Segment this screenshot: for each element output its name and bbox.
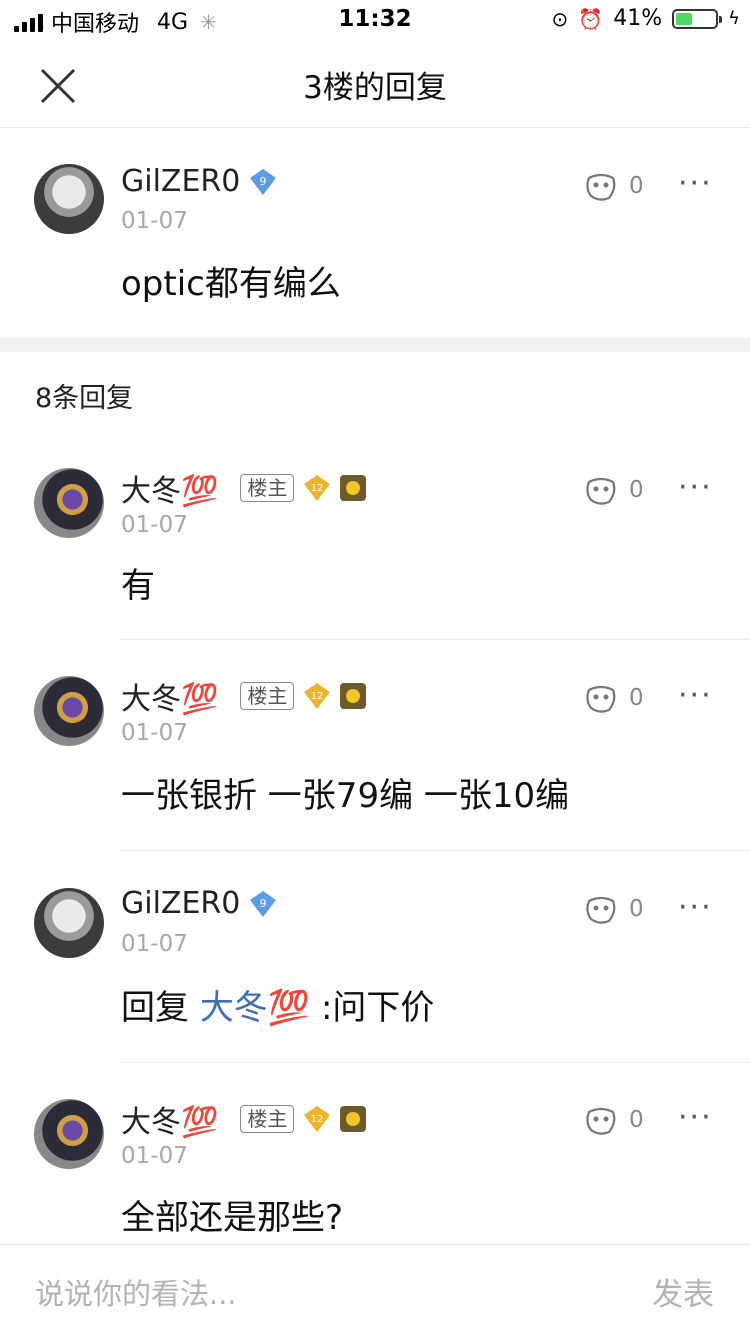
username[interactable]: GilZER0 9 [121, 164, 278, 199]
like-icon [586, 896, 616, 924]
comment-input[interactable]: 说说你的看法... [35, 1271, 237, 1313]
level-badge-icon: 12 [304, 683, 331, 709]
reply-date: 01-07 [121, 720, 188, 746]
level-badge-icon: 9 [250, 890, 277, 917]
like-icon [586, 1107, 616, 1135]
divider [120, 639, 750, 640]
op-tag: 楼主 [240, 1105, 295, 1133]
more-options-icon[interactable]: ··· [678, 678, 713, 713]
battery-percent: 41% [613, 6, 663, 31]
medal-icon [340, 1106, 367, 1132]
username-text[interactable]: 大冬💯 [121, 674, 218, 718]
level-badge-icon: 9 [250, 168, 277, 195]
op-tag: 楼主 [240, 474, 295, 502]
level-badge-icon: 12 [304, 1106, 331, 1132]
like-count: 0 [629, 896, 644, 922]
mention-link[interactable]: 大冬💯 [200, 988, 310, 1028]
more-options-icon[interactable]: ··· [678, 166, 713, 201]
avatar[interactable] [34, 888, 104, 958]
username[interactable]: GilZER0 9 [121, 886, 278, 921]
page-title: 3楼的回复 [303, 70, 447, 106]
reply-count: 8条回复 [35, 383, 134, 414]
avatar[interactable] [34, 1099, 104, 1169]
username[interactable]: 大冬💯 楼主 12 [121, 466, 367, 510]
reply-date: 01-07 [121, 512, 188, 538]
username-text[interactable]: 大冬💯 [121, 1097, 218, 1141]
like-button[interactable]: 0 [583, 893, 644, 925]
like-icon [586, 477, 616, 505]
like-button[interactable]: 0 [583, 682, 644, 714]
avatar[interactable] [34, 164, 104, 234]
username-text[interactable]: 大冬💯 [121, 466, 218, 510]
divider [120, 1062, 750, 1063]
like-button[interactable]: 0 [583, 1104, 644, 1136]
level-badge-icon: 12 [304, 475, 331, 501]
reply-content: 有 [121, 566, 155, 606]
like-icon [586, 173, 616, 201]
username-text[interactable]: GilZER0 [121, 164, 240, 199]
more-options-icon[interactable]: ··· [678, 470, 713, 505]
reply-content: 全部还是那些? [121, 1198, 344, 1238]
post-content: optic都有编么 [121, 264, 341, 304]
medal-icon [340, 475, 367, 501]
op-tag: 楼主 [240, 682, 295, 710]
like-button[interactable]: 0 [583, 474, 644, 506]
rotation-lock-icon: ⊙ [551, 6, 569, 31]
reply-content: 回复 大冬💯 :问下价 [121, 980, 434, 1029]
more-options-icon[interactable]: ··· [678, 1100, 713, 1135]
status-right: ⊙ ⏰ 41% ϟ [552, 6, 740, 31]
like-icon [586, 685, 616, 713]
reply-date: 01-07 [121, 931, 188, 957]
medal-icon [340, 683, 367, 709]
username[interactable]: 大冬💯 楼主 12 [121, 674, 367, 718]
svg-text:12: 12 [311, 483, 324, 494]
reply-content: 一张银折 一张79编 一张10编 [121, 776, 570, 816]
like-count: 0 [629, 685, 644, 711]
post-date: 01-07 [121, 208, 188, 234]
reply-prefix: 回复 [121, 988, 200, 1028]
like-count: 0 [629, 173, 644, 199]
nav-bar: 3楼的回复 [0, 40, 750, 128]
comment-bar: 说说你的看法... 发表 [0, 1244, 750, 1334]
username[interactable]: 大冬💯 楼主 12 [121, 1097, 367, 1141]
like-count: 0 [629, 1107, 644, 1133]
section-divider [0, 338, 750, 352]
divider [120, 850, 750, 851]
avatar[interactable] [34, 676, 104, 746]
svg-text:12: 12 [311, 1114, 324, 1125]
alarm-icon: ⏰ [578, 6, 604, 31]
like-button[interactable]: 0 [583, 170, 644, 202]
send-button[interactable]: 发表 [652, 1269, 714, 1314]
svg-text:12: 12 [311, 691, 324, 702]
charging-icon: ϟ [728, 8, 740, 29]
status-bar: 中国移动 4G ✳ 11:32 ⊙ ⏰ 41% ϟ [0, 0, 750, 40]
svg-text:9: 9 [260, 175, 267, 188]
more-options-icon[interactable]: ··· [678, 890, 713, 925]
svg-text:9: 9 [260, 897, 267, 910]
battery-icon [672, 8, 723, 29]
like-count: 0 [629, 477, 644, 503]
username-text[interactable]: GilZER0 [121, 886, 240, 921]
avatar[interactable] [34, 468, 104, 538]
reply-date: 01-07 [121, 1143, 188, 1169]
reply-text: :问下价 [310, 988, 435, 1028]
